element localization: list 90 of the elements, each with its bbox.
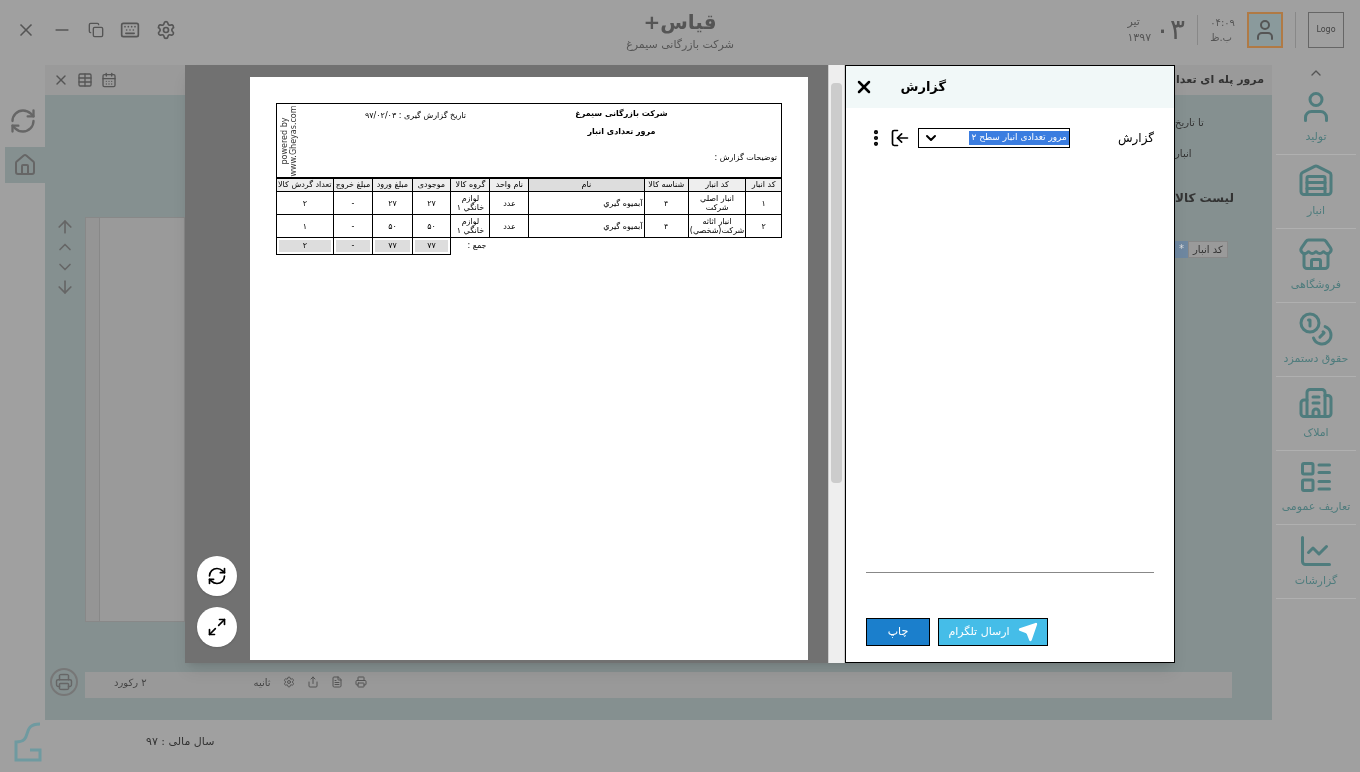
table-cell: انبار اصلي شركت	[688, 191, 746, 215]
table-cell: آبميوه گيري	[528, 214, 644, 238]
report-date: تاریخ گزارش گیری : ۹۷/۰۲/۰۳	[365, 110, 466, 122]
app-title: قیاس+	[643, 8, 717, 36]
sidebar-item[interactable]: انبار	[1276, 155, 1356, 229]
column-header: کد انبار	[688, 178, 746, 192]
home-icon	[13, 153, 37, 177]
enter-icon[interactable]	[890, 128, 910, 148]
panel-title: گزارش	[900, 78, 946, 97]
refresh-icon[interactable]	[8, 107, 37, 135]
report-company: شرکت بازرگانی سیمرغ	[575, 108, 668, 120]
record-count: ۲ رکورد	[114, 675, 147, 690]
year-label: ۱۳۹۷	[1127, 30, 1152, 46]
fiscal-year: سال مالی : ۹۷	[146, 733, 215, 750]
sidebar-item[interactable]: تولید	[1276, 81, 1356, 155]
sidebar-item[interactable]: حقوق دستمزد	[1276, 303, 1356, 377]
table-cell: عدد	[490, 214, 529, 238]
table-cell: -	[333, 214, 373, 238]
report-title: مرور تعدادی انبار	[587, 126, 656, 138]
column-header: نام واحد	[490, 178, 529, 192]
row-marker: *	[1175, 241, 1188, 258]
field-label: انبار	[1175, 147, 1192, 161]
print-icon[interactable]	[50, 668, 78, 696]
total-cell: ۲	[279, 240, 331, 252]
company-name: شرکت بازرگانی سیمرغ	[626, 36, 734, 53]
table-cell: ۵۰	[412, 214, 451, 238]
table-cell: ۴	[644, 214, 689, 238]
document-icon[interactable]	[330, 676, 343, 688]
coins-icon	[1298, 311, 1334, 348]
table-cell: انبار اثاثه شركت(شخصي)	[688, 214, 746, 238]
restore-icon[interactable]	[88, 22, 104, 38]
paper-plane-icon	[1017, 622, 1038, 642]
field-label: تا تاریخ	[1175, 116, 1204, 130]
column-header: تعداد گردش کالا	[276, 178, 334, 192]
rotate-button[interactable]	[197, 556, 237, 596]
interval-dropdown[interactable]: ثانیه	[253, 674, 271, 690]
print-button[interactable]: چاپ	[866, 618, 930, 646]
export-icon[interactable]	[306, 676, 319, 688]
expand-icon	[207, 617, 227, 637]
settings-icon[interactable]	[156, 20, 176, 40]
print-icon[interactable]	[354, 676, 367, 688]
avatar[interactable]	[1247, 12, 1283, 48]
column-header: موجودی	[412, 178, 451, 192]
keyboard-icon[interactable]	[120, 20, 140, 40]
scrollbar[interactable]	[828, 65, 845, 663]
day-label: ۰۳	[1155, 12, 1186, 48]
sidebar-item[interactable]: فروشگاهی	[1276, 229, 1356, 303]
rotate-icon	[207, 566, 227, 586]
table-cell: -	[333, 191, 373, 215]
table-icon[interactable]	[77, 72, 93, 88]
period-label: ب.ظ	[1210, 31, 1233, 45]
table-cell: ۵۰	[372, 214, 413, 238]
total-cell: ۷۷	[414, 240, 449, 252]
table-cell: لوازم خانگي ۱	[450, 191, 490, 215]
column-header: گروه کالا	[450, 178, 490, 192]
table-cell: ۲۷	[372, 191, 413, 215]
total-label: جمع :	[467, 241, 487, 251]
table-cell: ۲۷	[412, 191, 451, 215]
table-cell: ۲	[745, 214, 782, 238]
telegram-button[interactable]: ارسال تلگرام	[938, 618, 1048, 646]
month-label: تیر	[1127, 13, 1140, 30]
sidebar-item[interactable]: املاک	[1276, 377, 1356, 451]
column-header: نام	[528, 178, 644, 192]
table-cell: آبميوه گيري	[528, 191, 644, 215]
table-cell: عدد	[490, 191, 529, 215]
settings-icon[interactable]	[282, 676, 295, 688]
powered-by: powered by www.Gheyas.com	[280, 104, 298, 177]
list-title: لیست کالا	[1175, 190, 1234, 207]
table-cell: ۱	[276, 214, 334, 238]
column-header: مبلغ خروج	[333, 178, 373, 192]
total-cell: -	[335, 240, 371, 252]
report-notes-label: توضیحات گزارش :	[713, 152, 777, 164]
fullscreen-button[interactable]	[197, 607, 237, 647]
sidebar-item[interactable]: گزارشات	[1276, 525, 1356, 599]
calendar-icon[interactable]	[101, 72, 117, 88]
table-cell: ۴	[644, 191, 689, 215]
column-header: مبلغ ورود	[372, 178, 413, 192]
column-header: کد انبار	[745, 178, 782, 192]
field-label: گزارش	[1117, 130, 1154, 147]
logo-box: Logo	[1308, 12, 1344, 48]
total-cell: ۷۷	[375, 240, 410, 252]
report-select[interactable]: مرور تعدادی انبار سطح ۲	[917, 128, 1070, 148]
sidebar-item[interactable]: تعاریف عمومی	[1276, 451, 1356, 525]
column-header: شناسه کالا	[644, 178, 689, 192]
home-tab[interactable]	[5, 147, 45, 183]
table-cell: ۲	[276, 191, 334, 215]
table-cell: لوازم خانگي ۱	[450, 214, 490, 238]
time-label: ۰۴:۰۹	[1210, 16, 1235, 30]
grid-header-cell: کد انبار	[1188, 241, 1228, 258]
table-cell: ۱	[745, 191, 782, 215]
